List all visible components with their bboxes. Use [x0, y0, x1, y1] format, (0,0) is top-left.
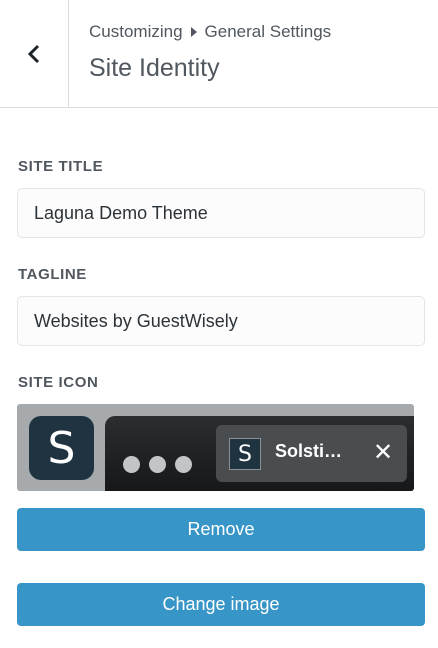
browser-preview: S Solsti… ✕ — [105, 416, 414, 491]
site-title-input[interactable] — [17, 188, 425, 238]
site-title-label: SITE TITLE — [18, 158, 104, 175]
close-icon: ✕ — [372, 439, 394, 466]
panel-header: Customizing General Settings Site Identi… — [0, 0, 438, 108]
browser-tab: S Solsti… ✕ — [216, 425, 407, 482]
tagline-label: TAGLINE — [18, 266, 87, 283]
remove-button[interactable]: Remove — [17, 508, 425, 551]
app-icon-letter: S — [47, 422, 76, 474]
tagline-input[interactable] — [17, 296, 425, 346]
change-image-button[interactable]: Change image — [17, 583, 425, 626]
favicon-letter: S — [238, 441, 252, 467]
page-title: Site Identity — [89, 54, 220, 82]
breadcrumb-current: General Settings — [204, 22, 332, 41]
chevron-left-icon — [27, 44, 40, 63]
back-button[interactable] — [0, 0, 69, 107]
app-icon: S — [29, 416, 94, 480]
header-text: Customizing General Settings Site Identi… — [89, 22, 331, 84]
site-icon-label: SITE ICON — [18, 374, 99, 391]
site-icon-preview[interactable]: S S Solsti… ✕ — [17, 404, 414, 491]
window-dot-icon — [175, 456, 192, 473]
breadcrumb: Customizing General Settings — [89, 22, 331, 42]
breadcrumb-root: Customizing — [89, 22, 183, 41]
caret-right-icon — [190, 27, 197, 37]
window-dot-icon — [149, 456, 166, 473]
tab-title: Solsti… — [275, 441, 343, 461]
window-dot-icon — [123, 456, 140, 473]
favicon: S — [229, 438, 261, 470]
